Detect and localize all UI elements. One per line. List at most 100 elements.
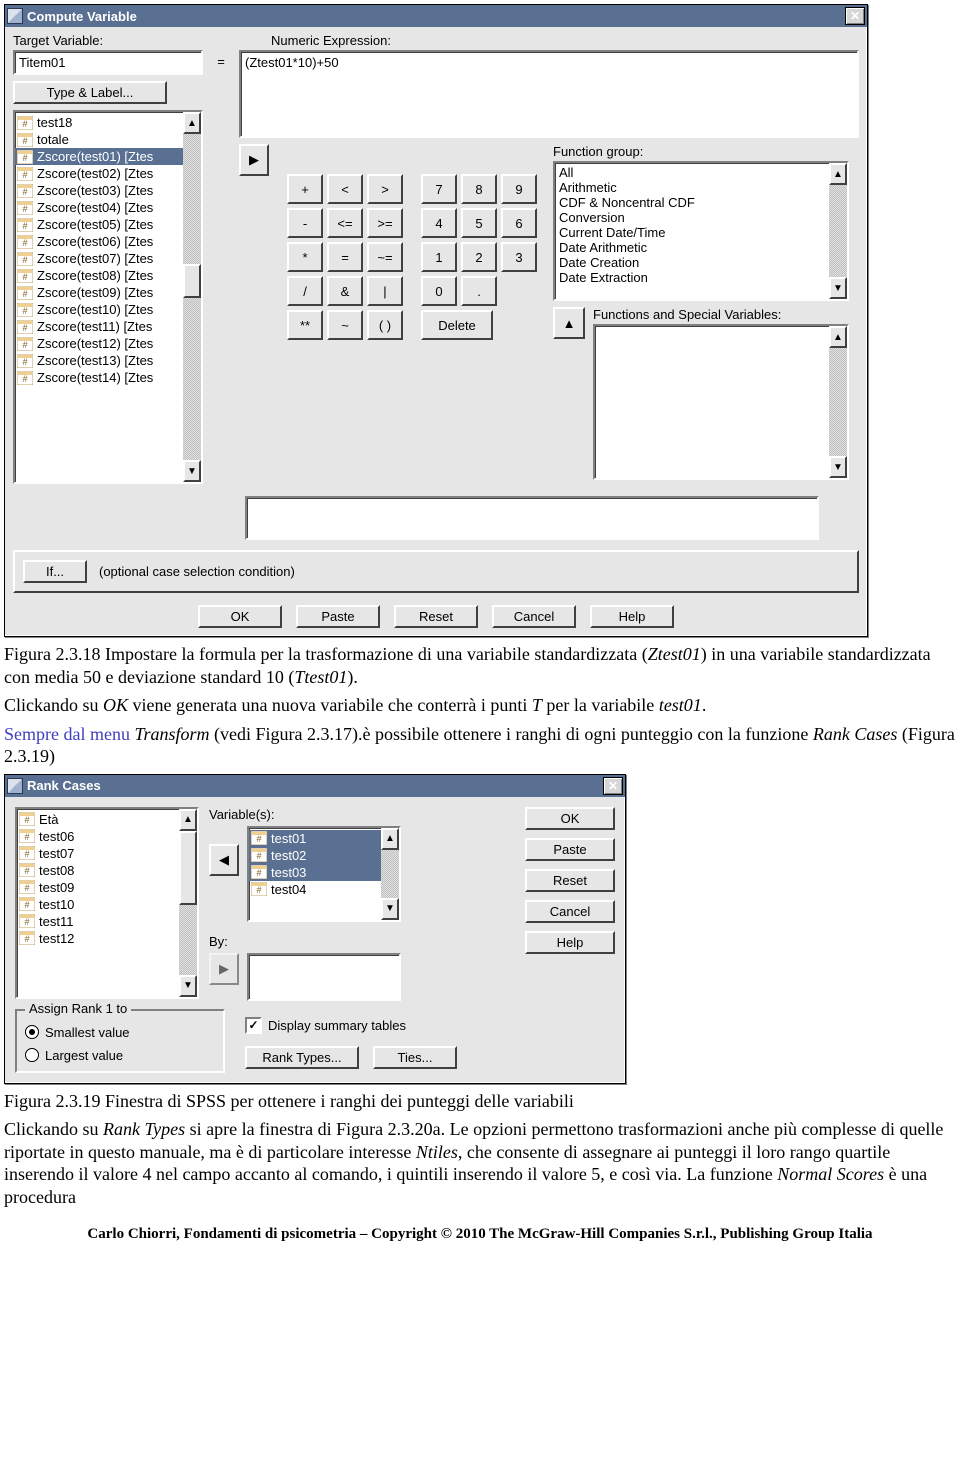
calc-key[interactable]: * — [287, 242, 323, 272]
list-item[interactable]: #test08 — [17, 862, 179, 879]
source-list-scrollbar[interactable]: ▲ ▼ — [183, 112, 201, 482]
calc-key[interactable]: 5 — [461, 208, 497, 238]
list-item[interactable]: All — [559, 165, 825, 180]
scroll-down-button[interactable]: ▼ — [829, 277, 847, 299]
calc-key[interactable]: ~ — [327, 310, 363, 340]
function-group-list[interactable]: AllArithmeticCDF & Noncentral CDFConvers… — [553, 161, 849, 301]
help-button[interactable]: Help — [590, 605, 674, 628]
list-item[interactable]: Arithmetic — [559, 180, 825, 195]
calc-key[interactable]: < — [327, 174, 363, 204]
list-item[interactable]: Date Arithmetic — [559, 240, 825, 255]
function-insert-button[interactable]: ▲ — [553, 307, 585, 339]
list-item[interactable]: #test04 — [249, 881, 381, 898]
calc-key[interactable]: > — [367, 174, 403, 204]
calc-key[interactable]: 4 — [421, 208, 457, 238]
calc-key[interactable]: 2 — [461, 242, 497, 272]
smallest-value-radio[interactable]: Smallest value — [25, 1025, 215, 1040]
display-summary-checkbox[interactable]: Display summary tables — [245, 1017, 457, 1034]
list-item[interactable]: CDF & Noncentral CDF — [559, 195, 825, 210]
calc-key[interactable]: / — [287, 276, 323, 306]
ok-button[interactable]: OK — [525, 807, 615, 830]
cancel-button[interactable]: Cancel — [492, 605, 576, 628]
list-item[interactable]: #Zscore(test11) [Ztes — [15, 318, 183, 335]
calc-key[interactable]: . — [461, 276, 497, 306]
list-item[interactable]: #Zscore(test06) [Ztes — [15, 233, 183, 250]
move-left-button[interactable]: ◀ — [209, 844, 239, 876]
scroll-track[interactable] — [829, 348, 847, 456]
calc-key[interactable]: - — [287, 208, 323, 238]
source-variable-list[interactable]: #Età#test06#test07#test08#test09#test10#… — [15, 807, 199, 999]
functions-list[interactable]: ▲ ▼ — [593, 324, 849, 480]
target-variable-input[interactable]: Titem01 — [13, 50, 203, 75]
list-item[interactable]: #test09 — [17, 879, 179, 896]
list-item[interactable]: #Zscore(test12) [Ztes — [15, 335, 183, 352]
calc-key[interactable]: = — [327, 242, 363, 272]
paste-button[interactable]: Paste — [296, 605, 380, 628]
if-button[interactable]: If... — [23, 560, 87, 583]
source-list-scrollbar[interactable]: ▲ ▼ — [179, 809, 197, 997]
functions-scrollbar[interactable]: ▲ ▼ — [829, 326, 847, 478]
scroll-up-button[interactable]: ▲ — [829, 326, 847, 348]
scroll-down-button[interactable]: ▼ — [829, 456, 847, 478]
ok-button[interactable]: OK — [198, 605, 282, 628]
calc-key[interactable]: Delete — [421, 310, 493, 340]
paste-button[interactable]: Paste — [525, 838, 615, 861]
scroll-down-button[interactable]: ▼ — [183, 460, 201, 482]
calc-key[interactable]: + — [287, 174, 323, 204]
calc-key[interactable]: 6 — [501, 208, 537, 238]
calc-key[interactable]: >= — [367, 208, 403, 238]
source-variable-list[interactable]: #test18#totale#Zscore(test01) [Ztes#Zsco… — [13, 110, 203, 484]
calc-key[interactable]: 3 — [501, 242, 537, 272]
list-item[interactable]: #test02 — [249, 847, 381, 864]
list-item[interactable]: #test01 — [249, 830, 381, 847]
list-item[interactable]: #test06 — [17, 828, 179, 845]
list-item[interactable]: #Zscore(test03) [Ztes — [15, 182, 183, 199]
scroll-track[interactable] — [179, 831, 197, 975]
type-and-label-button[interactable]: Type & Label... — [13, 81, 167, 104]
list-item[interactable]: #Zscore(test08) [Ztes — [15, 267, 183, 284]
calc-key[interactable]: ( ) — [367, 310, 403, 340]
calc-key[interactable]: <= — [327, 208, 363, 238]
move-by-button[interactable]: ▶ — [209, 953, 239, 985]
scroll-track[interactable] — [829, 185, 847, 277]
scroll-up-button[interactable]: ▲ — [381, 828, 399, 850]
list-item[interactable]: #Età — [17, 811, 179, 828]
list-item[interactable]: #Zscore(test10) [Ztes — [15, 301, 183, 318]
calc-key[interactable]: & — [327, 276, 363, 306]
list-item[interactable]: Current Date/Time — [559, 225, 825, 240]
scroll-down-button[interactable]: ▼ — [179, 975, 197, 997]
calc-key[interactable]: 7 — [421, 174, 457, 204]
list-item[interactable]: Conversion — [559, 210, 825, 225]
rank-types-button[interactable]: Rank Types... — [245, 1046, 359, 1069]
list-item[interactable]: #Zscore(test07) [Ztes — [15, 250, 183, 267]
scroll-up-button[interactable]: ▲ — [179, 809, 197, 831]
cancel-button[interactable]: Cancel — [525, 900, 615, 923]
ties-button[interactable]: Ties... — [373, 1046, 457, 1069]
calc-key[interactable]: 1 — [421, 242, 457, 272]
list-item[interactable]: Date Creation — [559, 255, 825, 270]
largest-value-radio[interactable]: Largest value — [25, 1048, 215, 1063]
scroll-down-button[interactable]: ▼ — [381, 898, 399, 920]
insert-arrow-button[interactable]: ▶ — [239, 144, 269, 176]
by-list[interactable] — [247, 953, 401, 1001]
list-item[interactable]: #Zscore(test14) [Ztes — [15, 369, 183, 386]
calc-key[interactable]: ** — [287, 310, 323, 340]
list-item[interactable]: #totale — [15, 131, 183, 148]
reset-button[interactable]: Reset — [394, 605, 478, 628]
calc-key[interactable]: 0 — [421, 276, 457, 306]
function-group-scrollbar[interactable]: ▲ ▼ — [829, 163, 847, 299]
scroll-up-button[interactable]: ▲ — [829, 163, 847, 185]
list-item[interactable]: #Zscore(test04) [Ztes — [15, 199, 183, 216]
calc-key[interactable]: 8 — [461, 174, 497, 204]
list-item[interactable]: #Zscore(test05) [Ztes — [15, 216, 183, 233]
reset-button[interactable]: Reset — [525, 869, 615, 892]
list-item[interactable]: Date Extraction — [559, 270, 825, 285]
scroll-track[interactable] — [381, 850, 399, 898]
numeric-expression-input[interactable]: (Ztest01*10)+50 — [239, 50, 859, 138]
list-item[interactable]: #test11 — [17, 913, 179, 930]
variables-list[interactable]: #test01#test02#test03#test04 ▲ ▼ — [247, 826, 401, 922]
list-item[interactable]: #Zscore(test02) [Ztes — [15, 165, 183, 182]
help-button[interactable]: Help — [525, 931, 615, 954]
calc-key[interactable]: ~= — [367, 242, 403, 272]
variables-scrollbar[interactable]: ▲ ▼ — [381, 828, 399, 920]
